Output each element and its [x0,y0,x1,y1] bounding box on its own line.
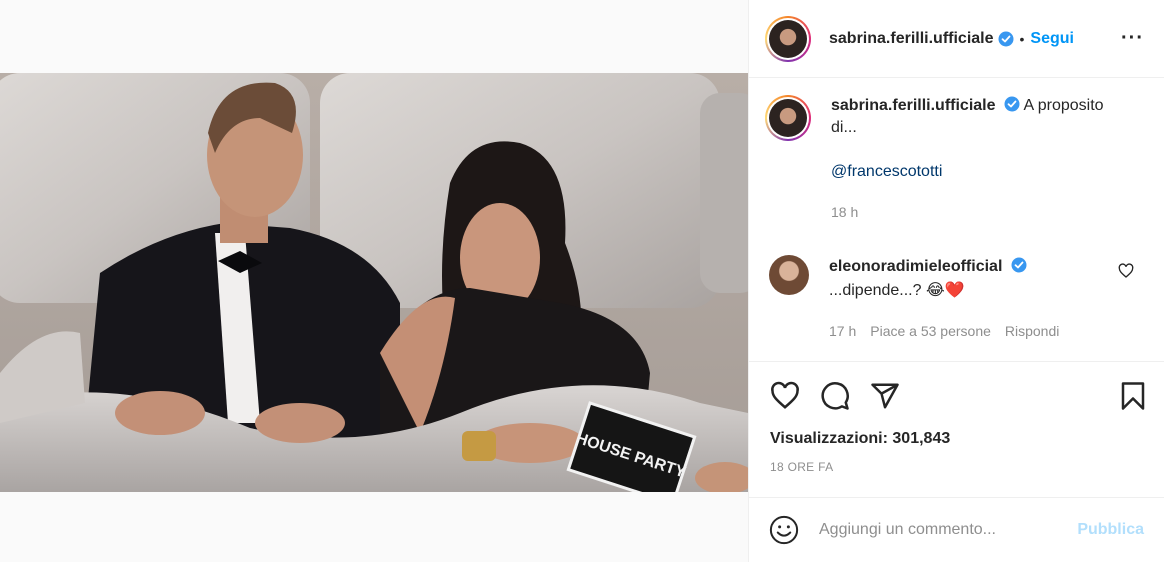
caption: sabrina.ferilli.ufficiale A proposito di… [765,95,1148,223]
comment-body: eleonoradimieleofficial ...dipende...? 😂… [829,255,1059,343]
share-icon[interactable] [870,381,900,411]
action-icons [765,362,1148,430]
comment-time[interactable]: 17 h [829,319,856,343]
verified-icon [1011,257,1027,273]
verified-icon [998,31,1013,46]
post-side-panel: sabrina.ferilli.ufficiale • Segui ··· sa… [748,0,1164,562]
comment-emoji: 😂❤️ [925,282,965,299]
comment-icon[interactable] [820,381,850,411]
post-header: sabrina.ferilli.ufficiale • Segui ··· [749,0,1164,78]
bookmark-icon[interactable] [1120,381,1146,411]
caption-avatar-ring[interactable] [765,95,811,141]
caption-body: sabrina.ferilli.ufficiale A proposito di… [831,95,1131,223]
caption-time[interactable]: 18 h [831,201,858,223]
author-avatar-ring[interactable] [765,15,811,62]
comment-item: eleonoradimieleofficial ...dipende...? 😂… [765,255,1148,343]
caption-avatar[interactable] [769,99,807,137]
comment-username[interactable]: eleonoradimieleofficial [829,258,1002,275]
comment-avatar[interactable] [769,255,809,295]
post-date[interactable]: 18 ORE FA [770,460,1148,474]
post-video[interactable]: HOUSE PARTY [0,73,748,492]
video-frame-illustration: HOUSE PARTY [0,73,748,492]
author-username[interactable]: sabrina.ferilli.ufficiale [829,30,994,48]
post-actions: Visualizzazioni: 301,843 18 ORE FA [749,361,1164,497]
comment-input[interactable] [819,521,1078,539]
add-comment-bar: Pubblica [749,497,1164,562]
comments-section: sabrina.ferilli.ufficiale A proposito di… [749,79,1164,361]
comment-likes[interactable]: Piace a 53 persone [870,319,991,343]
publish-button[interactable]: Pubblica [1077,521,1144,539]
media-panel: HOUSE PARTY [0,0,748,562]
separator-dot: • [1019,30,1025,47]
emoji-icon[interactable] [769,515,799,545]
more-icon[interactable]: ··· [1121,28,1144,48]
heart-icon[interactable] [770,381,800,411]
instagram-post: HOUSE PARTY sabrina.ferilli.ufficiale • … [0,0,1164,562]
verified-icon [1004,96,1020,112]
comment-text: ...dipende...? [829,282,922,299]
views-count[interactable]: Visualizzazioni: 301,843 [770,430,1148,448]
reply-button[interactable]: Rispondi [1005,319,1059,343]
comment-like-icon[interactable] [1118,263,1134,279]
caption-username[interactable]: sabrina.ferilli.ufficiale [831,97,996,114]
follow-button[interactable]: Segui [1030,30,1074,48]
caption-mention-link[interactable]: @francescototti [831,161,1131,183]
author-avatar[interactable] [769,19,807,58]
